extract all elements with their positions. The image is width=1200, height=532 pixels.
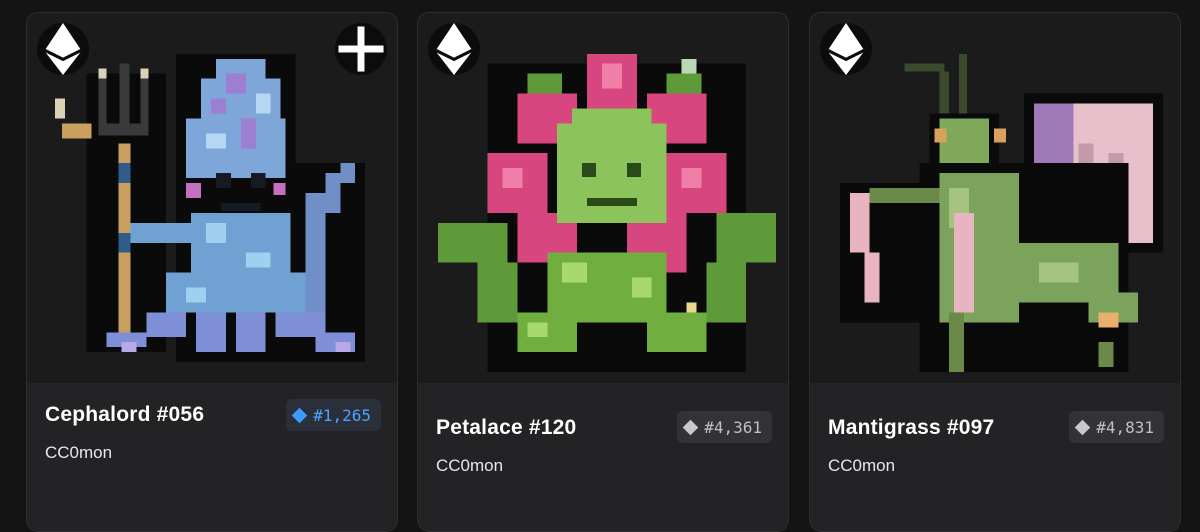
- nft-image[interactable]: [418, 13, 788, 383]
- nft-name[interactable]: Petalace #120: [436, 416, 576, 440]
- rarity-rank-value: #4,831: [1096, 417, 1154, 437]
- collection-name[interactable]: CC0mon: [45, 443, 112, 463]
- nft-card-petalace[interactable]: Petalace #120 #4,361 CC0mon: [417, 12, 789, 532]
- nft-card-mantigrass[interactable]: Mantigrass #097 #4,831 CC0mon: [809, 12, 1181, 532]
- card-footer: Cephalord #056 #1,265 CC0mon: [27, 383, 397, 531]
- rarity-rank-value: #1,265: [313, 405, 371, 425]
- nft-card-cephalord[interactable]: Cephalord #056 #1,265 CC0mon: [26, 12, 398, 532]
- ethereum-icon: [820, 23, 872, 75]
- collection-name[interactable]: CC0mon: [828, 456, 895, 476]
- plus-icon: [338, 26, 384, 72]
- rarity-diamond-icon: [291, 407, 308, 423]
- card-footer: Petalace #120 #4,361 CC0mon: [418, 383, 788, 531]
- card-footer: Mantigrass #097 #4,831 CC0mon: [810, 383, 1180, 531]
- rarity-diamond-icon: [682, 419, 699, 435]
- rarity-rank-badge: #4,361: [677, 411, 772, 443]
- rarity-rank-value: #4,361: [704, 417, 762, 437]
- rarity-rank-badge: #1,265: [286, 399, 381, 431]
- nft-image[interactable]: [810, 13, 1180, 383]
- rarity-diamond-icon: [1074, 419, 1091, 435]
- rarity-rank-badge: #4,831: [1069, 411, 1164, 443]
- ethereum-icon: [37, 23, 89, 75]
- add-to-cart-button[interactable]: [335, 23, 387, 75]
- collection-name[interactable]: CC0mon: [436, 456, 503, 476]
- nft-image[interactable]: [27, 13, 397, 383]
- ethereum-icon: [428, 23, 480, 75]
- nft-name[interactable]: Cephalord #056: [45, 403, 204, 427]
- nft-name[interactable]: Mantigrass #097: [828, 416, 994, 440]
